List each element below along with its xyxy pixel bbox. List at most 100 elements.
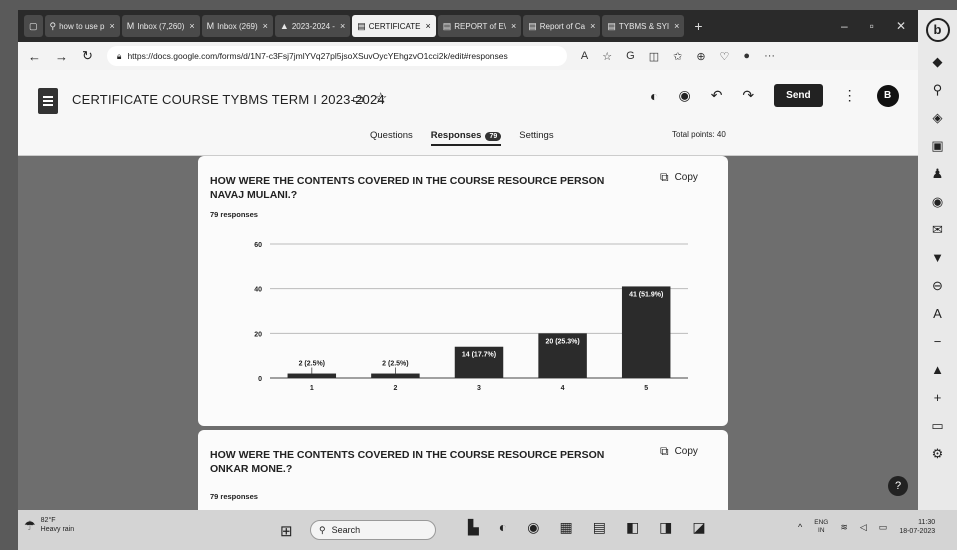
- undo-icon[interactable]: ↶: [711, 87, 723, 104]
- forward-icon[interactable]: →: [55, 49, 68, 64]
- question-title: HOW WERE THE CONTENTS COVERED IN THE COU…: [210, 449, 605, 475]
- data-label: 41 (51.9%): [629, 291, 663, 298]
- chevron-up-icon[interactable]: ^: [798, 522, 802, 532]
- bing-icon[interactable]: b: [925, 18, 950, 42]
- file-explorer-icon[interactable]: ▤: [593, 519, 606, 536]
- taskbar: ☂ 82°F Heavy rain ⊞ ⚲ Search ▙ ◐ ◉ ▦ ▤ ◧ …: [18, 510, 957, 550]
- store-icon[interactable]: ▦: [559, 519, 572, 536]
- window-controls: – ▫ ✕: [841, 10, 918, 42]
- tab-workspaces[interactable]: ▢: [24, 15, 43, 37]
- tab-responses[interactable]: Responses 79: [430, 130, 502, 146]
- tab-close-icon[interactable]: ×: [674, 21, 679, 31]
- browser-tab[interactable]: ▤ REPORT of E\ ×: [437, 15, 522, 37]
- pin-icon[interactable]: ◆: [933, 54, 943, 70]
- close-icon[interactable]: ✕: [896, 19, 906, 33]
- response-count: 79 responses: [210, 492, 258, 501]
- clock-time: 11:30: [918, 519, 936, 526]
- refresh-ext-icon[interactable]: G: [626, 50, 635, 62]
- help-icon[interactable]: ?: [888, 476, 908, 496]
- clock[interactable]: 11:30 18-07-2023: [899, 518, 935, 536]
- zoom-icon[interactable]: ⊖: [932, 278, 943, 294]
- settings-icon[interactable]: ⚙: [932, 446, 944, 462]
- tab-close-icon[interactable]: ×: [263, 21, 268, 31]
- games-icon[interactable]: ♟: [932, 166, 944, 182]
- battery-icon[interactable]: ▭: [879, 522, 888, 533]
- folder-icon[interactable]: ▭: [352, 91, 364, 107]
- send-button[interactable]: Send: [774, 84, 823, 107]
- browser-tab[interactable]: ▲ 2023-2024 - ×: [274, 15, 351, 37]
- volume-icon[interactable]: ◁: [860, 522, 867, 533]
- chat-icon[interactable]: ◐: [499, 519, 507, 536]
- tab-close-icon[interactable]: ×: [189, 21, 194, 31]
- weather-widget[interactable]: ☂ 82°F Heavy rain: [24, 516, 74, 534]
- taskbar-search[interactable]: ⚲ Search: [310, 520, 436, 540]
- x-tick-label: 3: [477, 385, 481, 392]
- search-icon[interactable]: ⚲: [933, 82, 943, 98]
- url-bar[interactable]: 🔒︎ https://docs.google.com/forms/d/1N7-c…: [106, 46, 567, 66]
- tab-questions[interactable]: Questions: [370, 130, 413, 146]
- drive-icon[interactable]: ▲: [931, 362, 944, 378]
- tab-close-icon[interactable]: ×: [511, 21, 516, 31]
- refresh-icon[interactable]: ↻: [82, 48, 93, 64]
- profile-icon[interactable]: ●: [743, 50, 750, 62]
- tab-settings[interactable]: Settings: [519, 130, 553, 146]
- tab-close-icon[interactable]: ×: [590, 21, 595, 31]
- browser-tab[interactable]: M Inbox (7,260) ×: [121, 15, 200, 37]
- responses-content: HOW WERE THE CONTENTS COVERED IN THE COU…: [18, 156, 918, 510]
- office-icon[interactable]: ◉: [932, 194, 943, 210]
- wifi-icon[interactable]: ≋: [840, 522, 848, 533]
- tab-close-icon[interactable]: ×: [340, 21, 345, 31]
- add-icon[interactable]: +: [934, 390, 942, 406]
- copy-button[interactable]: ⧉ Copy: [660, 170, 698, 185]
- copy-button[interactable]: ⧉ Copy: [660, 444, 698, 459]
- search-label: Search: [331, 525, 361, 535]
- maximize-icon[interactable]: ▫: [870, 19, 874, 33]
- weather-temp: 82°F: [40, 517, 56, 524]
- tab-responses-label: Responses: [430, 130, 482, 141]
- chrome-icon[interactable]: ◉: [527, 519, 539, 536]
- task-view-icon[interactable]: ▙: [468, 519, 479, 536]
- taskbar-apps: ▙ ◐ ◉ ▦ ▤ ◧ ◨ ◪: [468, 519, 706, 536]
- browser-tab[interactable]: ⚲ how to use p ×: [44, 15, 120, 37]
- favorites-icon[interactable]: ✩: [673, 50, 682, 63]
- minimize-icon[interactable]: –: [841, 19, 848, 33]
- response-count: 79 responses: [210, 210, 258, 219]
- browser-tab[interactable]: ▤ Report of Ca ×: [523, 15, 601, 37]
- minus-icon[interactable]: −: [934, 334, 942, 350]
- browser-tab[interactable]: ▤ CERTIFICATE ×: [352, 15, 436, 37]
- photos-icon[interactable]: ◪: [692, 519, 705, 536]
- favorite-icon[interactable]: ☆: [602, 50, 612, 63]
- language-indicator[interactable]: ENG IN: [814, 519, 828, 535]
- powerpoint-icon[interactable]: ◨: [659, 519, 672, 536]
- drop-icon[interactable]: ▼: [931, 250, 944, 266]
- read-aloud-icon[interactable]: A: [581, 50, 588, 62]
- panel-icon[interactable]: ▭: [931, 418, 943, 434]
- forms-logo-icon: [38, 88, 58, 114]
- browser-tab[interactable]: M Inbox (269) ×: [201, 15, 273, 37]
- split-screen-icon[interactable]: ◫: [649, 50, 659, 63]
- collections-icon[interactable]: ⊕: [696, 50, 705, 63]
- outlook-icon[interactable]: ✉: [932, 222, 943, 238]
- tab-close-icon[interactable]: ×: [109, 21, 114, 31]
- more-vert-icon[interactable]: ⋮: [843, 87, 857, 104]
- avatar[interactable]: B: [876, 84, 899, 107]
- bar: [371, 373, 420, 378]
- preview-eye-icon[interactable]: ◉: [678, 87, 690, 104]
- back-icon[interactable]: ←: [28, 49, 41, 64]
- star-icon[interactable]: ☆: [374, 89, 387, 107]
- more-icon[interactable]: ···: [764, 50, 775, 62]
- x-tick-label: 2: [393, 385, 397, 392]
- question-card: HOW WERE THE CONTENTS COVERED IN THE COU…: [198, 156, 728, 426]
- browser-tab[interactable]: ▤ TYBMS & SYI ×: [602, 15, 685, 37]
- browser-essentials-icon[interactable]: ♡: [720, 50, 730, 63]
- palette-icon[interactable]: ◐: [650, 88, 658, 104]
- font-icon[interactable]: A: [933, 306, 942, 322]
- redo-icon[interactable]: ↷: [742, 87, 754, 104]
- shopping-icon[interactable]: ▣: [931, 138, 943, 154]
- word-icon[interactable]: ◧: [626, 519, 639, 536]
- windows-start-icon[interactable]: ⊞: [280, 522, 293, 540]
- forms-icon: ▤: [607, 20, 616, 31]
- tag-icon[interactable]: ◈: [933, 110, 943, 126]
- new-tab-button[interactable]: +: [686, 18, 710, 34]
- tab-close-icon[interactable]: ×: [425, 21, 430, 31]
